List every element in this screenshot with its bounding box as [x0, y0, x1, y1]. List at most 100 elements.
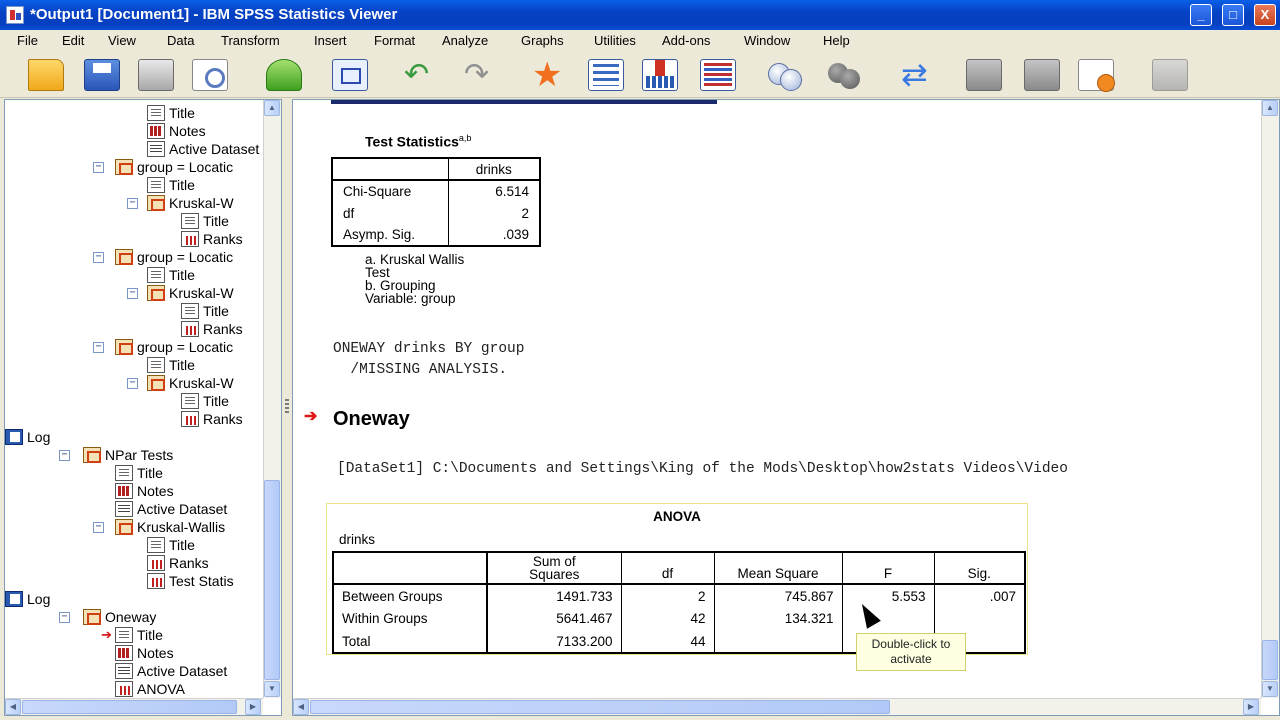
promote-icon[interactable]	[1152, 59, 1188, 91]
book-icon	[83, 447, 101, 463]
collapse-toggle-icon[interactable]: −	[93, 252, 104, 263]
scroll-left-icon[interactable]: ◀	[5, 699, 21, 715]
menu-utilities[interactable]: Utilities	[594, 33, 636, 48]
tree-item-label: Title	[203, 213, 229, 229]
scroll-left-icon[interactable]: ◀	[293, 699, 309, 715]
f-header: F	[842, 552, 935, 585]
print-preview-icon[interactable]	[192, 59, 228, 91]
menu-analyze[interactable]: Analyze	[442, 33, 488, 48]
tree-scroll-thumb[interactable]	[264, 480, 280, 680]
output-icon[interactable]	[1024, 59, 1060, 91]
tree-item-label: Test Statis	[169, 573, 234, 589]
collapse-toggle-icon[interactable]: −	[127, 378, 138, 389]
menu-edit[interactable]: Edit	[62, 33, 84, 48]
tree-item-label: Ranks	[203, 231, 243, 247]
scroll-right-icon[interactable]: ▶	[1243, 699, 1259, 715]
scroll-right-icon[interactable]: ▶	[245, 699, 261, 715]
test-statistics-title[interactable]: Test Statisticsa,b	[365, 133, 471, 150]
redo-icon[interactable]	[460, 57, 496, 92]
print-icon[interactable]	[138, 59, 174, 91]
collapse-toggle-icon[interactable]: −	[93, 522, 104, 533]
scroll-up-icon[interactable]: ▲	[264, 100, 280, 116]
pane-splitter[interactable]	[283, 99, 292, 716]
syntax-line-2[interactable]: /MISSING ANALYSIS.	[333, 362, 507, 378]
menu-format[interactable]: Format	[374, 33, 415, 48]
tree-hscroll-thumb[interactable]	[22, 700, 237, 714]
cell-ms: 134.321	[714, 607, 843, 630]
menu-help[interactable]: Help	[823, 33, 850, 48]
scroll-down-icon[interactable]: ▼	[1262, 681, 1278, 697]
outline-tree-pane[interactable]: Title Notes Active Dataset group = Locatic −…	[4, 99, 282, 716]
collapse-toggle-icon[interactable]: −	[127, 198, 138, 209]
menu-graphs[interactable]: Graphs	[521, 33, 564, 48]
tree-horizontal-scrollbar[interactable]: ◀ ▶	[5, 698, 263, 715]
splitter-grip[interactable]	[285, 399, 289, 415]
close-button[interactable]: X	[1254, 4, 1276, 26]
save-icon[interactable]	[84, 59, 120, 91]
open-folder-icon[interactable]	[28, 59, 64, 91]
designate-window-icon[interactable]	[966, 59, 1002, 91]
notes-icon	[115, 645, 133, 661]
show-all-variables-icon[interactable]	[826, 59, 862, 91]
recall-dialog-icon[interactable]	[332, 59, 368, 91]
syntax-line-1[interactable]: ONEWAY drinks BY group	[333, 341, 524, 357]
run-script-icon[interactable]	[1078, 59, 1115, 92]
table-icon	[181, 321, 199, 337]
test-statistics-table[interactable]: drinks Chi-Square 6.514 df 2 Asymp. Sig.…	[331, 157, 541, 247]
cell-ss: 1491.733	[487, 584, 622, 607]
menu-file[interactable]: File	[17, 33, 38, 48]
menu-window[interactable]: Window	[744, 33, 790, 48]
tree-item-label: Kruskal-Wallis	[137, 519, 226, 535]
oneway-heading[interactable]: Oneway	[333, 408, 410, 431]
book-icon	[115, 519, 133, 535]
collapse-toggle-icon[interactable]: −	[93, 162, 104, 173]
variables-icon[interactable]	[700, 59, 736, 91]
ss-header-line2: Squares	[529, 567, 580, 582]
content-scroll-thumb[interactable]	[1262, 640, 1278, 680]
collapse-toggle-icon[interactable]: −	[59, 612, 70, 623]
content-hscroll-thumb[interactable]	[310, 700, 890, 714]
row-label: Within Groups	[333, 607, 488, 630]
scroll-down-icon[interactable]: ▼	[264, 681, 280, 697]
select-cases-icon[interactable]	[898, 55, 934, 93]
row-label: df	[332, 202, 449, 224]
export-icon[interactable]	[266, 59, 302, 91]
goto-data-icon[interactable]	[530, 55, 566, 95]
tree-vertical-scrollbar[interactable]: ▲ ▼	[263, 100, 281, 698]
cell-ss: 7133.200	[487, 630, 622, 653]
ss-header: Sum of Squares	[487, 552, 622, 585]
window-title: *Output1 [Document1] - IBM SPSS Statisti…	[30, 6, 398, 23]
minimize-button[interactable]: _	[1190, 4, 1212, 26]
cell-value: 6.514	[495, 184, 529, 199]
goto-case-icon[interactable]	[588, 59, 624, 91]
collapse-toggle-icon[interactable]: −	[127, 288, 138, 299]
activate-tooltip: Double-click to activate	[856, 633, 966, 671]
content-horizontal-scrollbar[interactable]: ◀ ▶	[293, 698, 1261, 715]
menu-data[interactable]: Data	[167, 33, 194, 48]
tree-item-label: Title	[169, 105, 195, 121]
menu-insert[interactable]: Insert	[314, 33, 347, 48]
undo-icon[interactable]	[400, 57, 436, 92]
title-icon	[181, 303, 199, 319]
book-icon	[115, 339, 133, 355]
output-content-pane[interactable]: Test Statisticsa,b drinks Chi-Square 6.5…	[292, 99, 1280, 716]
collapse-toggle-icon[interactable]: −	[59, 450, 70, 461]
scroll-up-icon[interactable]: ▲	[1262, 100, 1278, 116]
menu-view[interactable]: View	[108, 33, 136, 48]
maximize-button[interactable]: □	[1222, 4, 1244, 26]
spss-app-icon[interactable]	[6, 6, 24, 24]
cell-sig: .007	[989, 588, 1016, 604]
use-sets-icon[interactable]	[766, 59, 802, 91]
book-icon	[83, 609, 101, 625]
dataset-path-line[interactable]: [DataSet1] C:\Documents and Settings\Kin…	[337, 461, 1068, 477]
row-label: Chi-Square	[332, 180, 449, 202]
cell-f: 5.553	[842, 584, 935, 607]
insert-variable-icon[interactable]	[642, 59, 678, 91]
collapse-toggle-icon[interactable]: −	[93, 342, 104, 353]
menu-transform[interactable]: Transform	[221, 33, 280, 48]
title-icon	[147, 105, 165, 121]
test-statistics-superscript: a,b	[458, 133, 472, 143]
menu-add-ons[interactable]: Add-ons	[662, 33, 710, 48]
tree-item-label: Title	[169, 537, 195, 553]
content-vertical-scrollbar[interactable]: ▲ ▼	[1261, 100, 1279, 698]
